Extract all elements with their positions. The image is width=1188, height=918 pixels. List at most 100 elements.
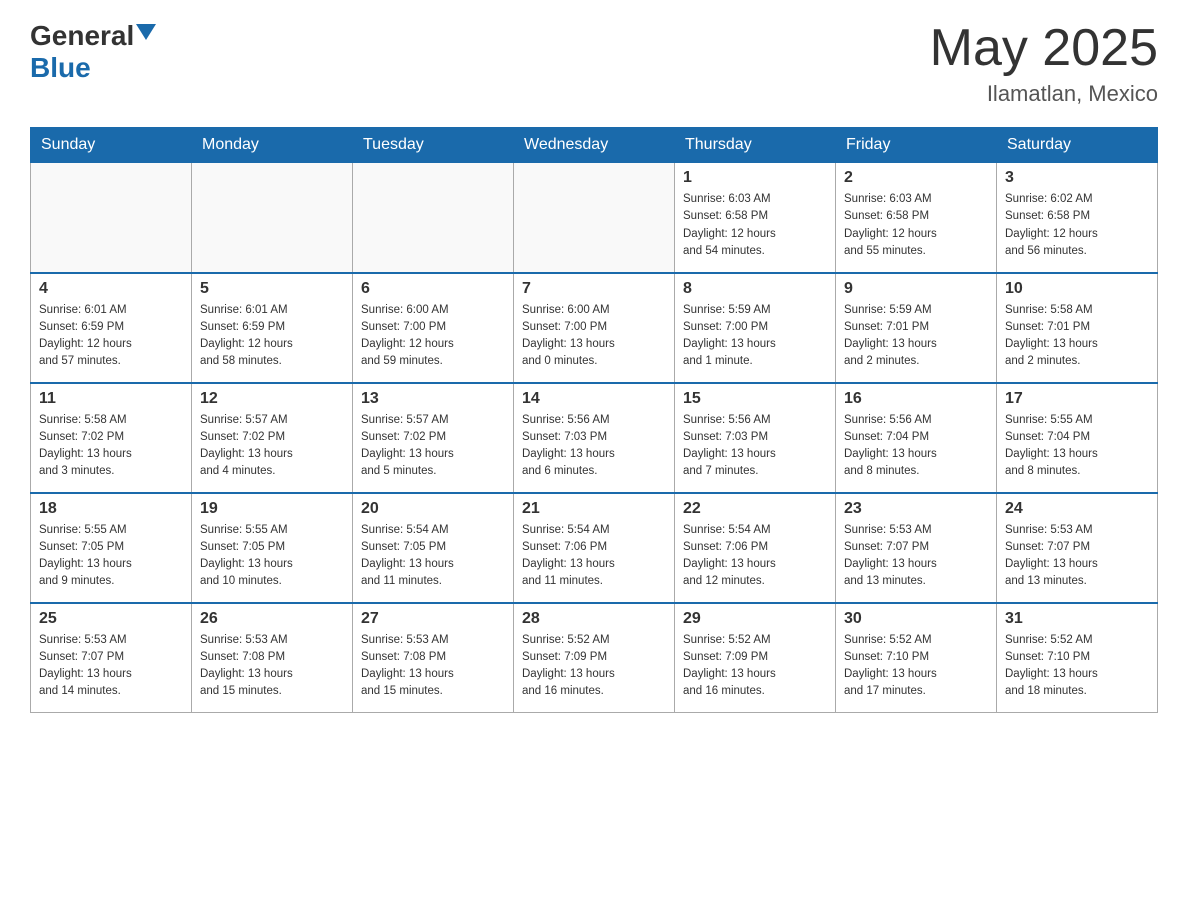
calendar-cell: 31Sunrise: 5:52 AM Sunset: 7:10 PM Dayli… — [997, 603, 1158, 713]
day-info: Sunrise: 5:58 AM Sunset: 7:01 PM Dayligh… — [1005, 302, 1149, 371]
calendar-cell: 21 Sunrise: 5:54 AM Sunset: 7:06 PM Dayli… — [514, 493, 675, 603]
title-block: May 2025 Ilamatlan, Mexico — [930, 20, 1158, 107]
day-number: 9 — [844, 280, 988, 298]
weekday-header-row: Sunday Monday Tuesday Wednesday Thursday… — [31, 128, 1158, 163]
calendar-cell: 25 Sunrise: 5:53 AM Sunset: 7:07 PM Dayli… — [31, 603, 192, 713]
day-number: 30 — [844, 610, 988, 628]
calendar-cell: 16Sunrise: 5:56 AM Sunset: 7:04 PM Dayli… — [836, 383, 997, 493]
day-number: 13 — [361, 390, 505, 408]
day-number: 4 — [39, 280, 183, 298]
header-wednesday: Wednesday — [514, 128, 675, 163]
calendar-cell — [192, 163, 353, 273]
day-number: 28 — [522, 610, 666, 628]
day-info: Sunrise: 5:55 AM Sunset: 7:05 PM Dayligh… — [39, 522, 183, 591]
day-number: 10 — [1005, 280, 1149, 298]
day-info: Sunrise: 5:53 AM Sunset: 7:08 PM Dayligh… — [200, 632, 344, 701]
calendar-cell: 9 Sunrise: 5:59 AM Sunset: 7:01 PM Daylig… — [836, 273, 997, 383]
day-number: 24 — [1005, 500, 1149, 518]
day-info: Sunrise: 5:53 AM Sunset: 7:08 PM Dayligh… — [361, 632, 505, 701]
calendar-cell: 6 Sunrise: 6:00 AM Sunset: 7:00 PM Daylig… — [353, 273, 514, 383]
day-number: 8 — [683, 280, 827, 298]
day-number: 1 — [683, 169, 827, 187]
calendar-cell: 14Sunrise: 5:56 AM Sunset: 7:03 PM Dayli… — [514, 383, 675, 493]
calendar-cell — [353, 163, 514, 273]
day-info: Sunrise: 6:01 AM Sunset: 6:59 PM Dayligh… — [200, 302, 344, 371]
day-info: Sunrise: 5:53 AM Sunset: 7:07 PM Dayligh… — [39, 632, 183, 701]
day-number: 3 — [1005, 169, 1149, 187]
calendar-cell: 15 Sunrise: 5:56 AM Sunset: 7:03 PM Dayli… — [675, 383, 836, 493]
calendar-cell: 4 Sunrise: 6:01 AM Sunset: 6:59 PM Daylig… — [31, 273, 192, 383]
day-number: 29 — [683, 610, 827, 628]
day-info: Sunrise: 5:59 AM Sunset: 7:01 PM Dayligh… — [844, 302, 988, 371]
day-number: 16 — [844, 390, 988, 408]
calendar-table: Sunday Monday Tuesday Wednesday Thursday… — [30, 127, 1158, 713]
header-thursday: Thursday — [675, 128, 836, 163]
calendar-week-row: 25 Sunrise: 5:53 AM Sunset: 7:07 PM Dayli… — [31, 603, 1158, 713]
calendar-cell: 27 Sunrise: 5:53 AM Sunset: 7:08 PM Dayli… — [353, 603, 514, 713]
location-text: Ilamatlan, Mexico — [930, 81, 1158, 107]
calendar-cell: 26 Sunrise: 5:53 AM Sunset: 7:08 PM Dayli… — [192, 603, 353, 713]
day-info: Sunrise: 5:54 AM Sunset: 7:05 PM Dayligh… — [361, 522, 505, 591]
calendar-cell: 30Sunrise: 5:52 AM Sunset: 7:10 PM Dayli… — [836, 603, 997, 713]
calendar-week-row: 4 Sunrise: 6:01 AM Sunset: 6:59 PM Daylig… — [31, 273, 1158, 383]
day-info: Sunrise: 5:54 AM Sunset: 7:06 PM Dayligh… — [522, 522, 666, 591]
calendar-cell: 22 Sunrise: 5:54 AM Sunset: 7:06 PM Dayli… — [675, 493, 836, 603]
day-number: 27 — [361, 610, 505, 628]
day-number: 22 — [683, 500, 827, 518]
day-info: Sunrise: 5:53 AM Sunset: 7:07 PM Dayligh… — [844, 522, 988, 591]
calendar-cell: 7Sunrise: 6:00 AM Sunset: 7:00 PM Daylig… — [514, 273, 675, 383]
day-info: Sunrise: 5:58 AM Sunset: 7:02 PM Dayligh… — [39, 412, 183, 481]
calendar-cell: 8 Sunrise: 5:59 AM Sunset: 7:00 PM Daylig… — [675, 273, 836, 383]
calendar-cell: 17Sunrise: 5:55 AM Sunset: 7:04 PM Dayli… — [997, 383, 1158, 493]
logo: General Blue — [30, 20, 156, 84]
calendar-cell — [31, 163, 192, 273]
calendar-cell: 18 Sunrise: 5:55 AM Sunset: 7:05 PM Dayli… — [31, 493, 192, 603]
calendar-cell: 12 Sunrise: 5:57 AM Sunset: 7:02 PM Dayli… — [192, 383, 353, 493]
day-info: Sunrise: 5:53 AM Sunset: 7:07 PM Dayligh… — [1005, 522, 1149, 591]
day-number: 12 — [200, 390, 344, 408]
day-number: 6 — [361, 280, 505, 298]
calendar-cell: 2 Sunrise: 6:03 AM Sunset: 6:58 PM Daylig… — [836, 163, 997, 273]
day-number: 15 — [683, 390, 827, 408]
day-info: Sunrise: 6:01 AM Sunset: 6:59 PM Dayligh… — [39, 302, 183, 371]
day-number: 20 — [361, 500, 505, 518]
day-info: Sunrise: 5:57 AM Sunset: 7:02 PM Dayligh… — [200, 412, 344, 481]
calendar-cell: 1Sunrise: 6:03 AM Sunset: 6:58 PM Daylig… — [675, 163, 836, 273]
calendar-cell: 13 Sunrise: 5:57 AM Sunset: 7:02 PM Dayli… — [353, 383, 514, 493]
day-info: Sunrise: 5:54 AM Sunset: 7:06 PM Dayligh… — [683, 522, 827, 591]
day-info: Sunrise: 5:52 AM Sunset: 7:10 PM Dayligh… — [1005, 632, 1149, 701]
day-info: Sunrise: 6:00 AM Sunset: 7:00 PM Dayligh… — [361, 302, 505, 371]
day-info: Sunrise: 6:00 AM Sunset: 7:00 PM Dayligh… — [522, 302, 666, 371]
day-info: Sunrise: 5:52 AM Sunset: 7:09 PM Dayligh… — [522, 632, 666, 701]
day-number: 19 — [200, 500, 344, 518]
calendar-cell: 20 Sunrise: 5:54 AM Sunset: 7:05 PM Dayli… — [353, 493, 514, 603]
day-info: Sunrise: 5:59 AM Sunset: 7:00 PM Dayligh… — [683, 302, 827, 371]
header-friday: Friday — [836, 128, 997, 163]
day-number: 18 — [39, 500, 183, 518]
day-number: 25 — [39, 610, 183, 628]
day-number: 11 — [39, 390, 183, 408]
day-info: Sunrise: 5:52 AM Sunset: 7:09 PM Dayligh… — [683, 632, 827, 701]
day-info: Sunrise: 5:57 AM Sunset: 7:02 PM Dayligh… — [361, 412, 505, 481]
day-info: Sunrise: 6:03 AM Sunset: 6:58 PM Dayligh… — [844, 191, 988, 260]
calendar-week-row: 18 Sunrise: 5:55 AM Sunset: 7:05 PM Dayli… — [31, 493, 1158, 603]
calendar-cell: 29 Sunrise: 5:52 AM Sunset: 7:09 PM Dayli… — [675, 603, 836, 713]
calendar-week-row: 11 Sunrise: 5:58 AM Sunset: 7:02 PM Dayli… — [31, 383, 1158, 493]
calendar-cell: 5 Sunrise: 6:01 AM Sunset: 6:59 PM Daylig… — [192, 273, 353, 383]
day-number: 2 — [844, 169, 988, 187]
calendar-cell: 19Sunrise: 5:55 AM Sunset: 7:05 PM Dayli… — [192, 493, 353, 603]
logo-triangle-icon — [136, 24, 156, 40]
header-saturday: Saturday — [997, 128, 1158, 163]
day-info: Sunrise: 5:56 AM Sunset: 7:03 PM Dayligh… — [683, 412, 827, 481]
calendar-cell: 23Sunrise: 5:53 AM Sunset: 7:07 PM Dayli… — [836, 493, 997, 603]
day-number: 21 — [522, 500, 666, 518]
page-header: General Blue May 2025 Ilamatlan, Mexico — [30, 20, 1158, 107]
header-tuesday: Tuesday — [353, 128, 514, 163]
day-number: 17 — [1005, 390, 1149, 408]
day-number: 26 — [200, 610, 344, 628]
day-number: 5 — [200, 280, 344, 298]
calendar-cell — [514, 163, 675, 273]
day-info: Sunrise: 6:02 AM Sunset: 6:58 PM Dayligh… — [1005, 191, 1149, 260]
calendar-cell: 3 Sunrise: 6:02 AM Sunset: 6:58 PM Daylig… — [997, 163, 1158, 273]
header-sunday: Sunday — [31, 128, 192, 163]
